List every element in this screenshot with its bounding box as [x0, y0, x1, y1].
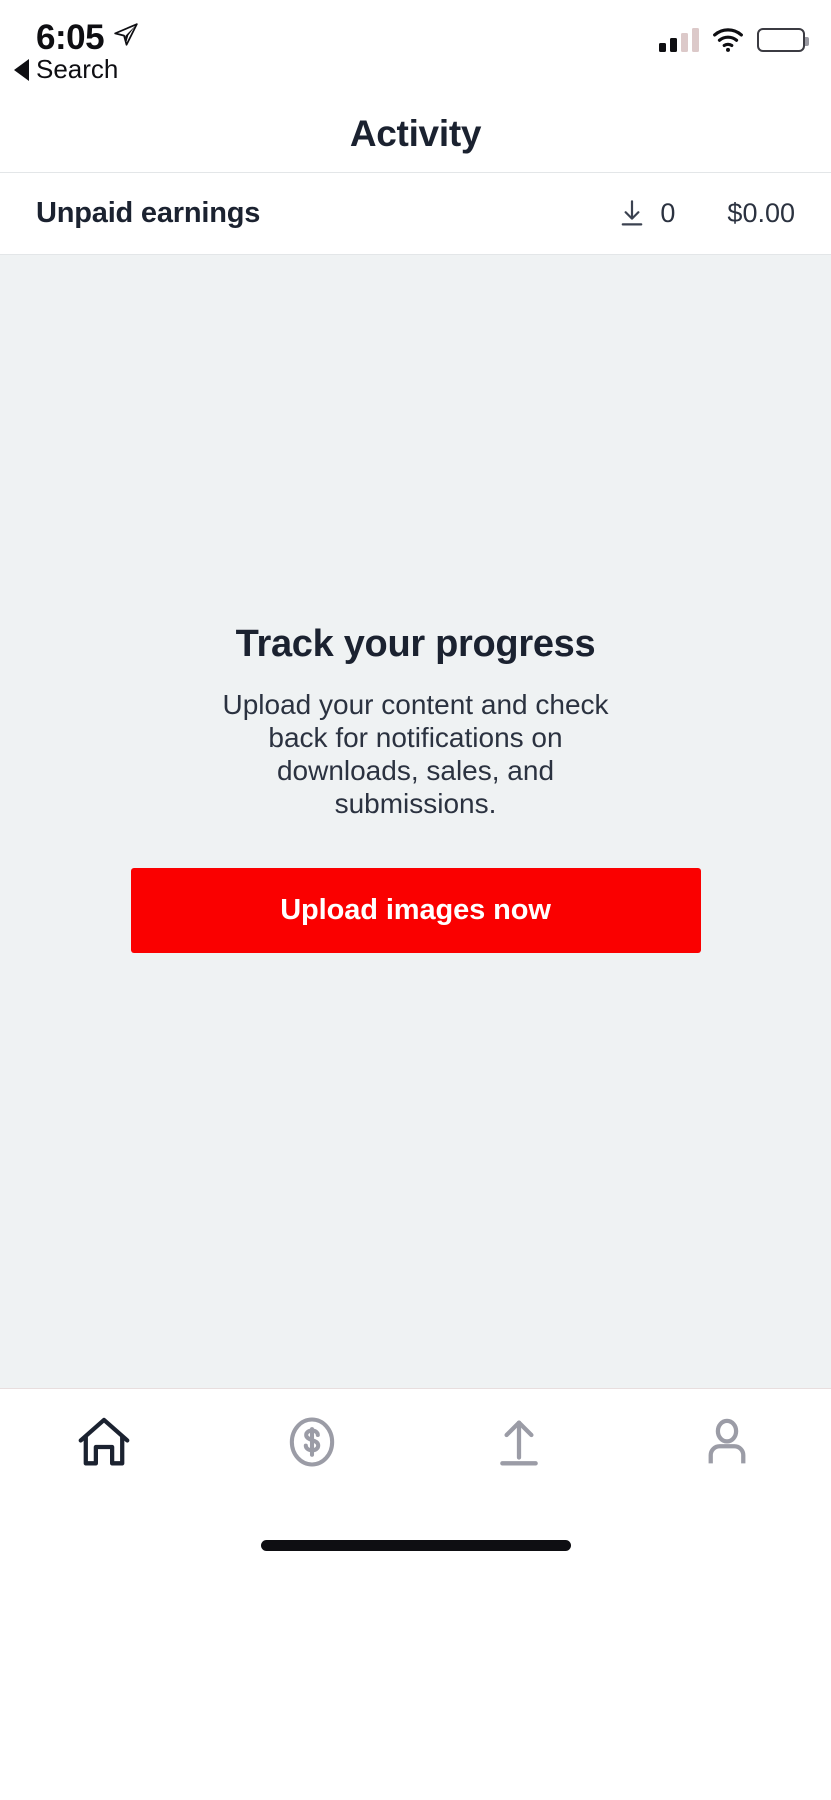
person-icon: [696, 1411, 758, 1473]
tab-home[interactable]: [0, 1411, 208, 1508]
navigation-bar: Activity: [0, 95, 831, 173]
wifi-icon: [712, 28, 744, 52]
status-bar-time: 6:05: [36, 18, 105, 57]
unpaid-earnings-label: Unpaid earnings: [36, 197, 261, 229]
download-count-group: 0: [618, 198, 675, 229]
back-triangle-icon: [14, 58, 29, 81]
activity-content-area: Track your progress Upload your content …: [0, 255, 831, 1388]
home-icon: [73, 1411, 135, 1473]
empty-state: Track your progress Upload your content …: [0, 623, 831, 954]
page-title: Activity: [349, 112, 482, 154]
home-indicator-bar: [260, 1539, 571, 1551]
download-count-value: 0: [660, 198, 676, 228]
status-bar: 6:05 Search: [0, 0, 831, 95]
cellular-signal-icon: [659, 28, 699, 52]
back-link-label: Search: [36, 54, 119, 84]
unpaid-earnings-row[interactable]: Unpaid earnings 0 $0.00: [0, 173, 831, 255]
dollar-circle-icon: [281, 1411, 343, 1473]
empty-state-title: Track your progress: [235, 623, 596, 665]
location-arrow-icon: [113, 22, 139, 48]
battery-icon: [757, 28, 809, 52]
upload-images-button[interactable]: Upload images now: [130, 868, 701, 954]
back-to-search-link[interactable]: Search: [14, 54, 118, 85]
home-indicator-area: [0, 1508, 831, 1582]
download-icon: [618, 199, 646, 229]
unpaid-earnings-amount: $0.00: [727, 198, 795, 228]
tab-upload[interactable]: [416, 1411, 624, 1508]
tab-earnings[interactable]: [208, 1411, 416, 1508]
empty-state-description: Upload your content and check back for n…: [222, 689, 609, 820]
bottom-tab-bar: [0, 1388, 831, 1508]
tab-profile[interactable]: [623, 1411, 831, 1508]
status-bar-indicators: [659, 28, 809, 52]
upload-icon: [488, 1411, 550, 1473]
